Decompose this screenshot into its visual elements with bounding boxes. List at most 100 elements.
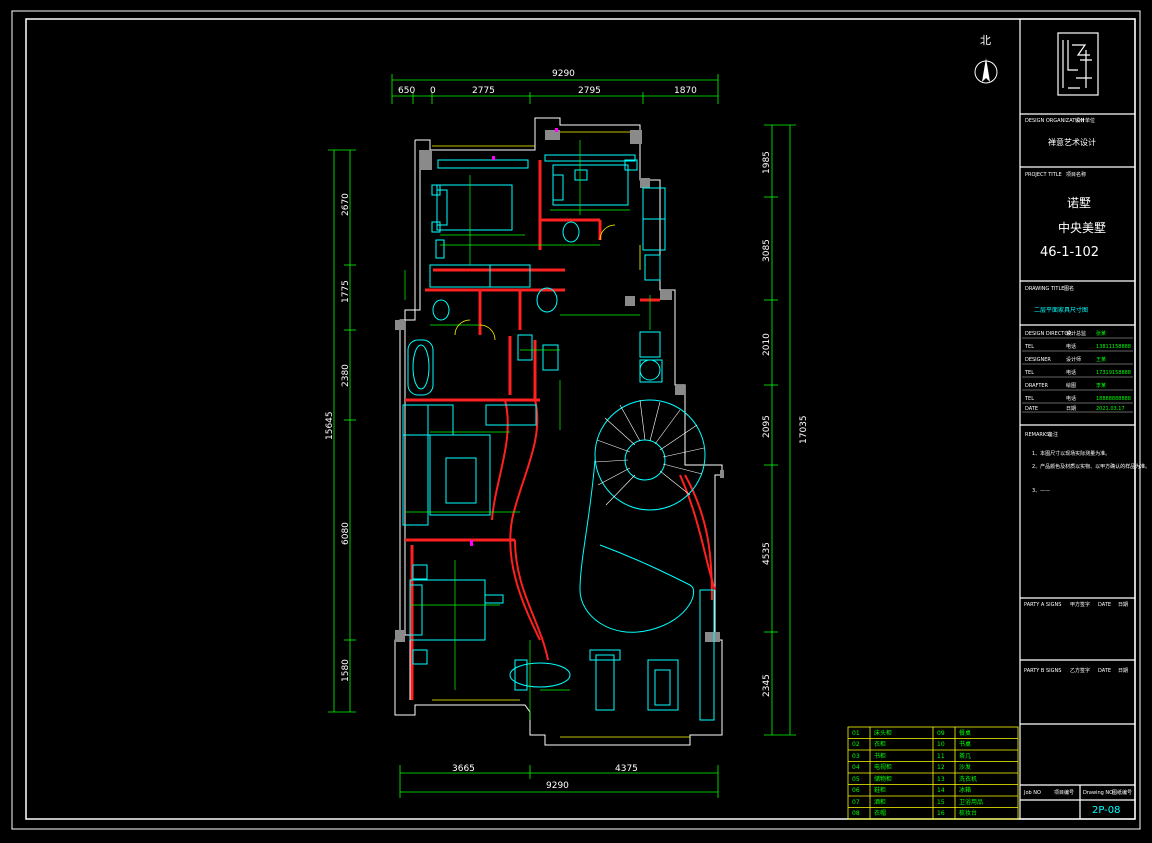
design-org-label-cn: 设计单位: [1075, 117, 1095, 124]
legend-label: 梳妆台: [959, 809, 977, 817]
legend-label: 酒柜: [874, 798, 886, 806]
legend-number: 03: [852, 753, 860, 760]
legend-label: 衣柜: [874, 740, 886, 748]
row-label: TEL: [1024, 396, 1034, 402]
row-value: 13811158888: [1096, 344, 1131, 350]
row-label: TEL: [1024, 344, 1034, 350]
dim-left-seg: 1580: [341, 659, 351, 682]
legend-label: 衣帽: [874, 809, 886, 817]
project-line-2: 中央美墅: [1058, 220, 1106, 235]
legend-label: 储物柜: [874, 775, 892, 783]
legend-number: 06: [852, 787, 860, 794]
legend-label: 鞋柜: [874, 786, 886, 794]
north-label: 北: [980, 34, 991, 47]
dim-right-seg: 1985: [762, 151, 772, 174]
floor-plan: [394, 117, 724, 746]
brand-logo: [1057, 32, 1099, 96]
legend-number: 13: [937, 776, 945, 783]
legend-number: 04: [852, 764, 860, 771]
legend-label: 电视柜: [874, 763, 892, 771]
dim-top-seg: 0: [430, 86, 436, 96]
project-title-label: PROJECT TITLE: [1025, 172, 1062, 178]
row-label: DESIGNER: [1025, 357, 1051, 363]
dim-right-seg: 2095: [762, 415, 772, 438]
dim-bottom-seg: 3665: [452, 764, 475, 774]
design-org-name: 禅意艺术设计: [1048, 137, 1096, 147]
legend-number: 15: [937, 799, 945, 806]
legend-label: 餐桌: [959, 729, 971, 737]
row-label: DRAFTER: [1025, 383, 1049, 389]
drawing-no-label-cn: 图纸编号: [1112, 789, 1132, 796]
legend-number: 05: [852, 776, 860, 783]
remark-line: 1、本图尺寸以现场实际测量为准。: [1032, 450, 1110, 457]
legend-label: 床头柜: [874, 729, 892, 737]
drawing-no: 2P-08: [1092, 805, 1121, 816]
dim-left-seg: 1775: [341, 280, 351, 303]
row-label-cn: 日期: [1066, 406, 1076, 412]
row-label-cn: 设计总监: [1066, 330, 1086, 337]
date-label-cn: 日期: [1118, 668, 1128, 674]
drawing-no-label: Drawing NO: [1083, 790, 1113, 796]
legend-number: 14: [937, 787, 945, 794]
dim-right-seg: 2345: [762, 674, 772, 697]
party-a-label-cn: 甲方签字: [1070, 601, 1090, 608]
legend-label: 茶几: [959, 752, 971, 760]
dim-right-seg: 2010: [762, 333, 772, 356]
party-b-label: PARTY B SIGNS: [1024, 668, 1061, 674]
legend-number: 11: [937, 753, 945, 760]
row-label: TEL: [1024, 370, 1034, 376]
dim-left-seg: 6080: [341, 522, 351, 545]
legend-number: 10: [937, 741, 945, 748]
legend-number: 07: [852, 799, 860, 806]
remark-line: 2、产品颜色及材质以实物、以甲方确认的样品为准。: [1032, 463, 1150, 470]
legend-number: 09: [937, 730, 945, 737]
legend-number: 01: [852, 730, 860, 737]
dim-bottom-total: 9290: [546, 781, 569, 791]
dim-top-total: 9290: [552, 69, 575, 79]
drawing-title-label: DRAWING TITLE: [1025, 286, 1064, 292]
dim-right-seg: 3085: [762, 239, 772, 262]
remarks-label-cn: 备注: [1048, 431, 1058, 438]
party-a-label: PARTY A SIGNS: [1024, 602, 1061, 608]
row-label-cn: 电话: [1066, 395, 1076, 402]
row-value: 王某: [1096, 357, 1106, 363]
date-label: DATE: [1098, 668, 1111, 674]
party-b-label-cn: 乙方签字: [1070, 667, 1090, 674]
remark-line: 3、——: [1032, 488, 1050, 494]
north-arrow-icon: [974, 58, 998, 84]
dim-left-seg: 2670: [341, 193, 351, 216]
legend-label: 洗衣机: [959, 775, 977, 783]
drawing-frame: [11, 10, 1141, 830]
legend-number: 16: [937, 810, 945, 817]
dimension-lines: [328, 74, 796, 798]
dim-right-seg: 4535: [762, 542, 772, 565]
legend-label: 书桌: [959, 740, 971, 748]
dim-right-total: 17035: [799, 415, 809, 444]
job-no-label-cn: 项目编号: [1054, 789, 1074, 796]
row-value: 张某: [1096, 330, 1106, 337]
dim-left-total: 15645: [325, 411, 335, 440]
drawing-title-label-cn: 图名: [1064, 285, 1074, 292]
row-label-cn: 电话: [1066, 369, 1076, 376]
row-value: 17319158888: [1096, 370, 1131, 376]
dim-top-seg: 2795: [578, 86, 601, 96]
dim-top-seg: 650: [398, 86, 415, 96]
row-label-cn: 电话: [1066, 343, 1076, 350]
row-value: 2021.03.17: [1096, 406, 1125, 412]
project-title-label-cn: 项目名称: [1066, 171, 1086, 178]
legend-number: 08: [852, 810, 860, 817]
date-label-cn: 日期: [1118, 602, 1128, 608]
project-line-1: 诺墅: [1067, 196, 1091, 210]
row-value: 18888888888: [1096, 396, 1131, 402]
row-label-cn: 绘图: [1066, 382, 1076, 389]
row-value: 李某: [1096, 382, 1106, 389]
drawing-title: 二层平面家具尺寸图: [1034, 306, 1088, 314]
row-label-cn: 设计师: [1066, 356, 1081, 363]
legend-number: 12: [937, 764, 945, 771]
legend-label: 沙发: [959, 763, 971, 771]
dim-bottom-seg: 4375: [615, 764, 638, 774]
row-label: DATE: [1025, 406, 1038, 412]
legend-label: 书柜: [874, 752, 886, 760]
job-no-label: Job NO: [1023, 790, 1041, 796]
dim-top-seg: 2775: [472, 86, 495, 96]
